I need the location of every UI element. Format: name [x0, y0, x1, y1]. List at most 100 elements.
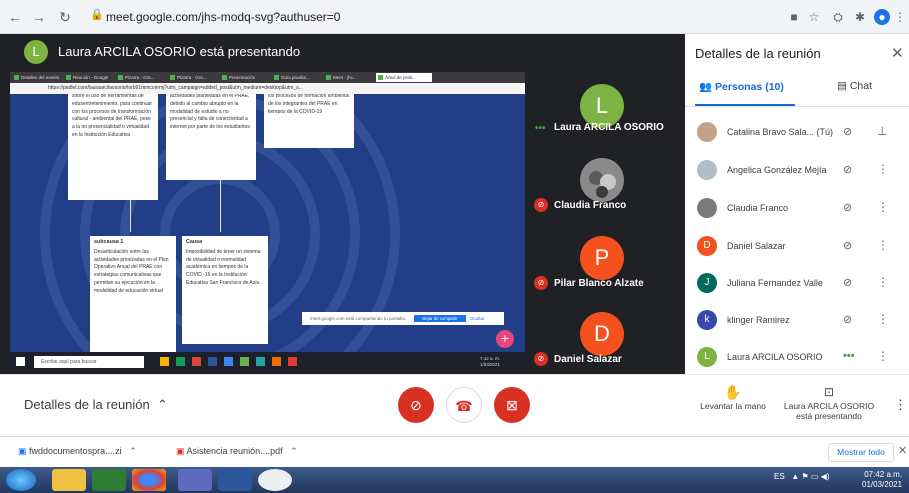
tab-people[interactable]: 👥 Personas (10) — [699, 80, 784, 93]
download-item[interactable]: ▣ fwddocumentospra....zi ⌃ — [18, 446, 137, 457]
back-icon[interactable]: ← — [6, 8, 24, 26]
reload-icon[interactable]: ↻ — [56, 8, 74, 26]
camera-toggle-button[interactable]: ⊠ — [494, 387, 530, 423]
participant-row[interactable]: J Juliana Fernandez Valle ⊘ ⋮ — [685, 264, 909, 302]
raise-hand-button[interactable]: ✋ Levantar la mano — [696, 383, 770, 411]
phone-hangup-icon: ☎ — [455, 398, 473, 414]
hang-up-button[interactable]: ☎ — [446, 387, 482, 423]
participant-avatar — [697, 122, 717, 142]
padlet-card[interactable]: subcausa 1 Desarticulación entre las act… — [90, 236, 176, 352]
connector-line — [220, 180, 221, 232]
card-text: sobre el uso de herramientas de edusentr… — [72, 94, 153, 138]
menu-icon[interactable]: ⋮ — [892, 9, 908, 25]
meeting-details-label: Detalles de la reunión — [24, 397, 150, 412]
pdf-icon: ▣ — [176, 446, 185, 456]
system-clock[interactable]: 07:42 a.m. 01/03/2021 — [862, 470, 902, 490]
tray-icons[interactable]: ▲ ⚑ ▭ ◀) — [787, 472, 829, 481]
participant-row[interactable]: k klinger Ramirez ⊘ ⋮ — [685, 301, 909, 339]
mic-off-icon: ⊘ — [534, 352, 548, 366]
tile-name: Laura ARCILA OSORIO — [554, 122, 664, 133]
close-icon[interactable]: ✕ — [898, 444, 907, 457]
mic-toggle-button[interactable]: ⊘ — [398, 387, 434, 423]
pin-icon[interactable]: ⊥ — [877, 124, 887, 138]
download-item[interactable]: ▣ Asistencia reunión....pdf ⌃ — [176, 446, 298, 457]
participant-name: Juliana Fernandez Valle — [727, 278, 823, 288]
file-explorer-icon[interactable] — [52, 469, 86, 491]
shared-tab: Pizarra - Gra... — [168, 73, 218, 82]
show-all-button[interactable]: Mostrar todo — [828, 443, 894, 462]
camera-icon[interactable]: ■ — [786, 9, 802, 25]
participant-row[interactable]: L Laura ARCILA OSORIO ••• ⋮ — [685, 338, 909, 376]
more-options-icon[interactable]: ⋮ — [877, 238, 889, 252]
forward-icon[interactable]: → — [30, 8, 48, 26]
lock-icon: 🔒 — [90, 9, 104, 21]
more-options-icon[interactable]: ⋮ — [894, 397, 907, 413]
mic-off-icon: ⊘ — [843, 202, 853, 214]
participant-avatar: k — [697, 310, 717, 330]
profile-avatar[interactable]: ● — [874, 9, 890, 25]
more-options-icon[interactable]: ⋮ — [877, 162, 889, 176]
app-icon — [208, 357, 217, 366]
app-icon — [256, 357, 265, 366]
participant-name: Daniel Salazar — [727, 241, 786, 251]
clock-time: 07:42 a.m. — [864, 470, 903, 479]
tab-chat[interactable]: ▤ Chat — [837, 80, 872, 92]
shared-tab-active: Árbol de prob... — [376, 73, 432, 82]
address-bar[interactable]: 🔒 meet.google.com/jhs-modq-svg?authuser=… — [86, 6, 776, 28]
app-icon[interactable] — [258, 469, 292, 491]
presenting-name: Laura ARCILA OSORIO — [783, 401, 875, 411]
audio-level-icon: ••• — [535, 123, 546, 134]
tile-name: Daniel Salazar — [554, 354, 622, 365]
raise-hand-label: Levantar la mano — [700, 401, 766, 411]
start-button[interactable] — [6, 469, 36, 491]
star-icon[interactable]: ☆ — [806, 9, 822, 25]
word-icon[interactable] — [218, 469, 252, 491]
present-icon: ⊡ — [823, 385, 835, 399]
participant-row[interactable]: D Daniel Salazar ⊘ ⋮ — [685, 227, 909, 265]
stop-sharing-button[interactable]: Dejar de compartir — [414, 315, 466, 322]
padlet-card[interactable]: actividades planteadas en el PRAE, debid… — [166, 94, 256, 180]
participant-name: Claudia Franco — [727, 203, 789, 213]
participant-avatar: L — [697, 347, 717, 367]
download-filename: fwddocumentospra....zi — [29, 446, 122, 456]
participant-row[interactable]: Angelica González Mejía ⊘ ⋮ — [685, 151, 909, 189]
participant-avatar: J — [697, 273, 717, 293]
more-options-icon[interactable]: ⋮ — [877, 349, 889, 363]
os-taskbar: ES ▲ ⚑ ▭ ◀) 07:42 a.m. 01/03/2021 — [0, 467, 909, 493]
presenting-label: está presentando — [796, 411, 862, 421]
extension-icon[interactable]: ⛭ — [830, 9, 846, 25]
shared-url: https://padlet.com/lauraarcilaosorio/tor… — [48, 85, 303, 91]
tile-avatar: D — [580, 312, 624, 356]
participant-row[interactable]: Catalina Bravo Sala... (Tú) ⊘ ⊥ — [685, 113, 909, 151]
presentation-button[interactable]: ⊡ Laura ARCILA OSORIO está presentando — [778, 383, 880, 421]
participant-name: klinger Ramirez — [727, 315, 790, 325]
participant-avatar — [697, 160, 717, 180]
close-icon[interactable]: ✕ — [891, 44, 904, 62]
padlet-card[interactable]: sobre el uso de herramientas de edusentr… — [68, 94, 158, 200]
padlet-card[interactable]: Causa Imposibilidad de tener un sistema … — [182, 236, 268, 344]
chrome-icon[interactable] — [132, 469, 166, 491]
card-title: Causa — [186, 239, 203, 245]
excel-icon[interactable] — [92, 469, 126, 491]
app-icon[interactable] — [178, 469, 212, 491]
language-indicator[interactable]: ES — [774, 472, 785, 481]
add-post-button[interactable]: + — [496, 330, 514, 348]
shared-tab: Detalles del evento — [12, 73, 62, 82]
tile-name: Pilar Blanco Alzate — [554, 278, 644, 289]
more-options-icon[interactable]: ⋮ — [877, 200, 889, 214]
card-title: subcausa 1 — [94, 239, 124, 245]
more-options-icon[interactable]: ⋮ — [877, 312, 889, 326]
more-options-icon[interactable]: ⋮ — [877, 275, 889, 289]
participant-row[interactable]: Claudia Franco ⊘ ⋮ — [685, 189, 909, 227]
participant-name: Catalina Bravo Sala... (Tú) — [727, 127, 834, 137]
system-tray: ES ▲ ⚑ ▭ ◀) — [774, 472, 829, 481]
sharing-notice: meet.google.com está compartiendo tu pan… — [302, 312, 504, 325]
address-url: meet.google.com/jhs-modq-svg?authuser=0 — [106, 10, 341, 24]
app-icon — [272, 357, 281, 366]
hide-notice-button[interactable]: Ocultar — [470, 312, 485, 325]
puzzle-icon[interactable]: ✱ — [852, 9, 868, 25]
meeting-details-button[interactable]: Detalles de la reunión ⌃ — [24, 397, 168, 413]
shared-clock: 7:42 a. m. 1/03/2021 — [480, 356, 501, 367]
shared-tab: Pizarra - Gra... — [116, 73, 166, 82]
padlet-card[interactable]: los procesos de formación ambiental de l… — [264, 94, 354, 148]
